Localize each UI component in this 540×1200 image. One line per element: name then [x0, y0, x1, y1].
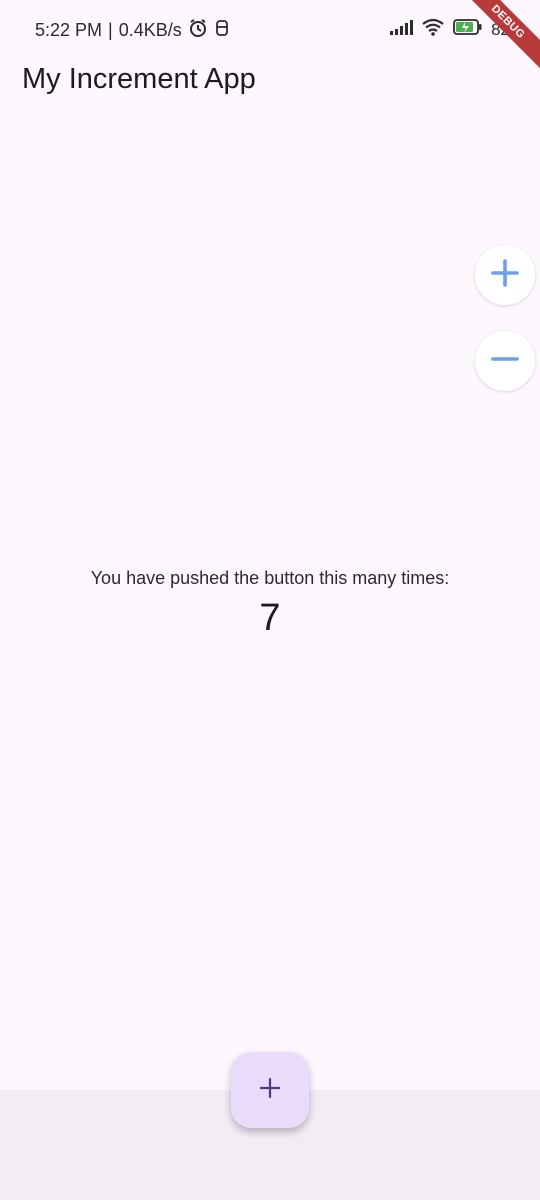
increment-button[interactable] — [475, 245, 535, 305]
status-bar: 5:22 PM | 0.4KB/s — [0, 0, 540, 60]
counter-value: 7 — [259, 597, 281, 639]
alarm-icon — [188, 18, 208, 43]
network-speed: 0.4KB/s — [118, 20, 182, 40]
fab-increment-button[interactable] — [231, 1052, 309, 1128]
wifi-icon — [421, 18, 445, 41]
counter-section: You have pushed the button this many tim… — [0, 568, 540, 640]
decrement-button[interactable] — [475, 331, 535, 391]
app-title: My Increment App — [22, 63, 256, 95]
plus-icon — [490, 258, 520, 293]
status-right: 82 — [389, 18, 510, 41]
counter-label: You have pushed the button this many tim… — [90, 568, 450, 588]
notification-icon — [214, 18, 230, 43]
status-left: 5:22 PM | 0.4KB/s — [35, 18, 230, 43]
minus-icon — [490, 344, 520, 379]
status-time: 5:22 PM — [35, 20, 103, 40]
status-separator: | — [108, 20, 113, 40]
battery-charging-icon — [453, 19, 483, 40]
plus-icon — [258, 1076, 282, 1105]
signal-icon — [389, 19, 414, 40]
